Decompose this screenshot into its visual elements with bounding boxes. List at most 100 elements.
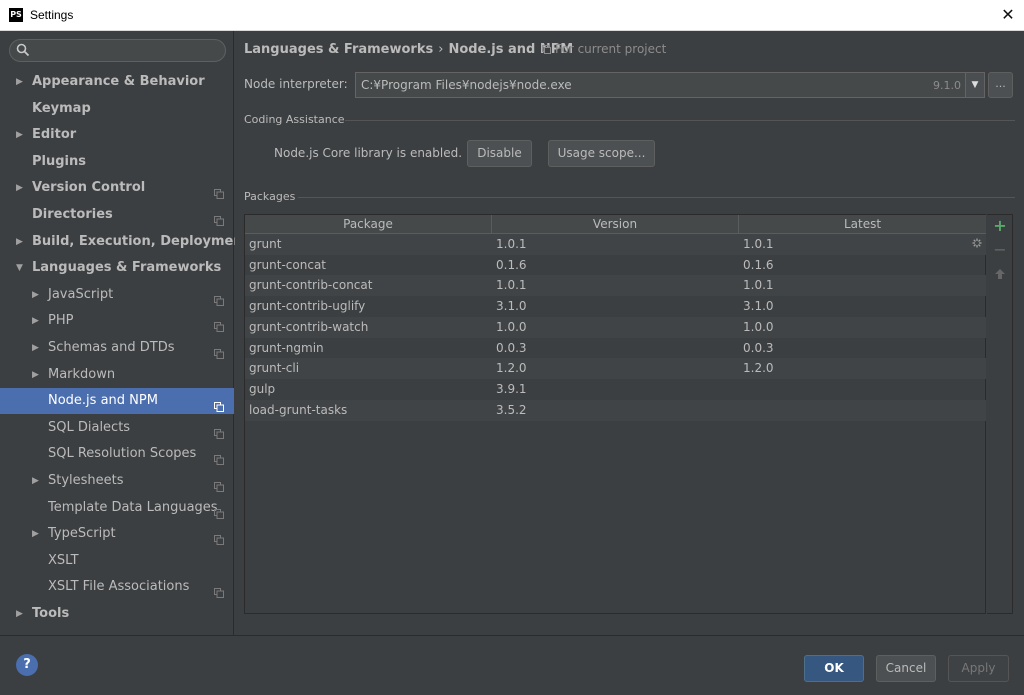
usage-scope-button[interactable]: Usage scope... (548, 140, 655, 167)
sidebar-item[interactable]: ▶ Appearance & Behavior (0, 69, 234, 95)
close-icon[interactable]: ✕ (996, 4, 1020, 26)
table-toolbar: + − (987, 214, 1013, 614)
help-icon[interactable]: ? (16, 654, 38, 676)
node-interpreter-combobox[interactable]: C:¥Program Files¥nodejs¥node.exe 9.1.0 ▼ (355, 72, 985, 98)
column-header-version[interactable]: Version (492, 215, 739, 233)
sidebar-item-label: Build, Execution, Deployment (32, 234, 249, 249)
sidebar-item[interactable]: XSLT File Associations (0, 574, 234, 600)
sidebar-item[interactable]: ▼ Languages & Frameworks (0, 255, 234, 281)
table-row[interactable]: gulp 3.9.1 (245, 379, 986, 400)
sidebar-item-label: Template Data Languages (48, 500, 218, 515)
project-scope-icon (214, 316, 224, 332)
ok-button[interactable]: OK (804, 655, 864, 682)
sidebar-item[interactable]: ▶ Stylesheets (0, 468, 234, 494)
sidebar-item-label: Keymap (32, 101, 91, 116)
collapsed-arrow-icon[interactable]: ▶ (32, 468, 39, 494)
cell-latest: 1.0.1 (743, 278, 774, 293)
main-panel: Languages & Frameworks › Node.js and NPM F… (235, 31, 1024, 635)
sidebar-item[interactable]: ▶ Version Control (0, 175, 234, 201)
sidebar-item[interactable]: Template Data Languages (0, 495, 234, 521)
disable-button[interactable]: Disable (467, 140, 532, 167)
sidebar-item[interactable]: Keymap (0, 96, 234, 122)
sidebar-item-label: Stylesheets (48, 473, 124, 488)
apply-button[interactable]: Apply (948, 655, 1009, 682)
collapsed-arrow-icon[interactable]: ▶ (16, 229, 23, 255)
cell-package: grunt-contrib-uglify (249, 299, 366, 314)
collapsed-arrow-icon[interactable]: ▶ (32, 362, 39, 388)
project-scope-icon (214, 396, 224, 412)
table-row[interactable]: grunt-contrib-uglify 3.1.0 3.1.0 (245, 296, 986, 317)
sidebar-item[interactable]: ▶ PHP (0, 308, 234, 334)
sidebar-item[interactable]: ▶ Markdown (0, 362, 234, 388)
table-row[interactable]: grunt-concat 0.1.6 0.1.6 (245, 255, 986, 276)
column-header-latest[interactable]: Latest (739, 215, 986, 233)
sidebar-item-label: Directories (32, 207, 113, 222)
search-icon (16, 43, 30, 61)
collapsed-arrow-icon[interactable]: ▶ (16, 69, 23, 95)
sidebar-item[interactable]: Plugins (0, 149, 234, 175)
collapsed-arrow-icon[interactable]: ▶ (16, 122, 23, 148)
table-row[interactable]: load-grunt-tasks 3.5.2 (245, 399, 986, 421)
sidebar-item-label: XSLT File Associations (48, 579, 190, 594)
project-scope-icon (214, 290, 224, 306)
search-input[interactable] (34, 42, 219, 59)
loading-spinner-icon (972, 237, 982, 248)
cell-version: 0.0.3 (496, 340, 527, 355)
column-header-package[interactable]: Package (245, 215, 492, 233)
project-scope-icon (214, 582, 224, 598)
project-scope-icon (542, 43, 551, 57)
sidebar-item[interactable]: ▶ Tools (0, 601, 234, 627)
browse-interpreter-button[interactable]: ... (988, 72, 1013, 98)
window-title: Settings (30, 8, 74, 22)
search-box[interactable] (9, 39, 226, 62)
sidebar-item[interactable]: ▶ TypeScript (0, 521, 234, 547)
sidebar-item-label: Plugins (32, 154, 86, 169)
collapsed-arrow-icon[interactable]: ▶ (32, 282, 39, 308)
table-row[interactable]: grunt-ngmin 0.0.3 0.0.3 (245, 338, 986, 359)
cell-package: grunt-contrib-watch (249, 319, 369, 334)
sidebar-item[interactable]: Directories (0, 202, 234, 228)
collapsed-arrow-icon[interactable]: ▶ (32, 308, 39, 334)
table-header: Package Version Latest (245, 215, 986, 234)
section-divider (345, 120, 1015, 121)
cell-version: 1.0.1 (496, 278, 527, 293)
sidebar-item[interactable]: ▶ JavaScript (0, 282, 234, 308)
sidebar-item[interactable]: SQL Resolution Scopes (0, 441, 234, 467)
dialog-footer: ? OK Cancel Apply (0, 635, 1024, 695)
sidebar-item[interactable]: ▶ Editor (0, 122, 234, 148)
table-row[interactable]: grunt-contrib-concat 1.0.1 1.0.1 (245, 275, 986, 297)
sidebar-item-label: JavaScript (48, 287, 114, 302)
collapsed-arrow-icon[interactable]: ▶ (16, 175, 23, 201)
sidebar-item-label: Appearance & Behavior (32, 74, 205, 89)
chevron-down-icon[interactable]: ▼ (965, 72, 985, 98)
project-scope-icon (214, 476, 224, 492)
sidebar-item[interactable]: SQL Dialects (0, 415, 234, 441)
project-scope-icon (214, 529, 224, 545)
packages-title: Packages (244, 190, 296, 203)
cell-version: 3.1.0 (496, 299, 527, 314)
sidebar-item-label: SQL Resolution Scopes (48, 446, 197, 461)
table-row[interactable]: grunt-contrib-watch 1.0.0 1.0.0 (245, 316, 986, 338)
collapsed-arrow-icon[interactable]: ▶ (32, 521, 39, 547)
remove-package-icon[interactable]: − (992, 242, 1008, 258)
add-package-icon[interactable]: + (992, 218, 1008, 234)
cancel-button[interactable]: Cancel (876, 655, 936, 682)
sidebar-item-label: Editor (32, 127, 77, 142)
project-scope-icon (214, 503, 224, 519)
collapsed-arrow-icon[interactable]: ▶ (16, 601, 23, 627)
expanded-arrow-icon[interactable]: ▼ (16, 255, 23, 281)
sidebar-item[interactable]: ▶ Build, Execution, Deployment (0, 229, 249, 255)
sidebar-item[interactable]: Node.js and NPM (0, 388, 234, 414)
collapsed-arrow-icon[interactable]: ▶ (32, 335, 39, 361)
cell-latest: 1.0.1 (743, 237, 774, 251)
table-row[interactable]: grunt-cli 1.2.0 1.2.0 (245, 358, 986, 380)
sidebar-item[interactable]: ▶ Schemas and DTDs (0, 335, 234, 361)
node-interpreter-label: Node interpreter: (244, 77, 348, 91)
sidebar-item[interactable]: XSLT (0, 548, 234, 574)
cell-latest: 0.1.6 (743, 257, 774, 272)
project-scope-icon (214, 449, 224, 465)
upgrade-package-icon[interactable] (992, 267, 1008, 283)
section-divider (298, 197, 1015, 198)
cell-version: 3.9.1 (496, 381, 527, 396)
table-row[interactable]: grunt 1.0.1 1.0.1 (245, 234, 986, 255)
